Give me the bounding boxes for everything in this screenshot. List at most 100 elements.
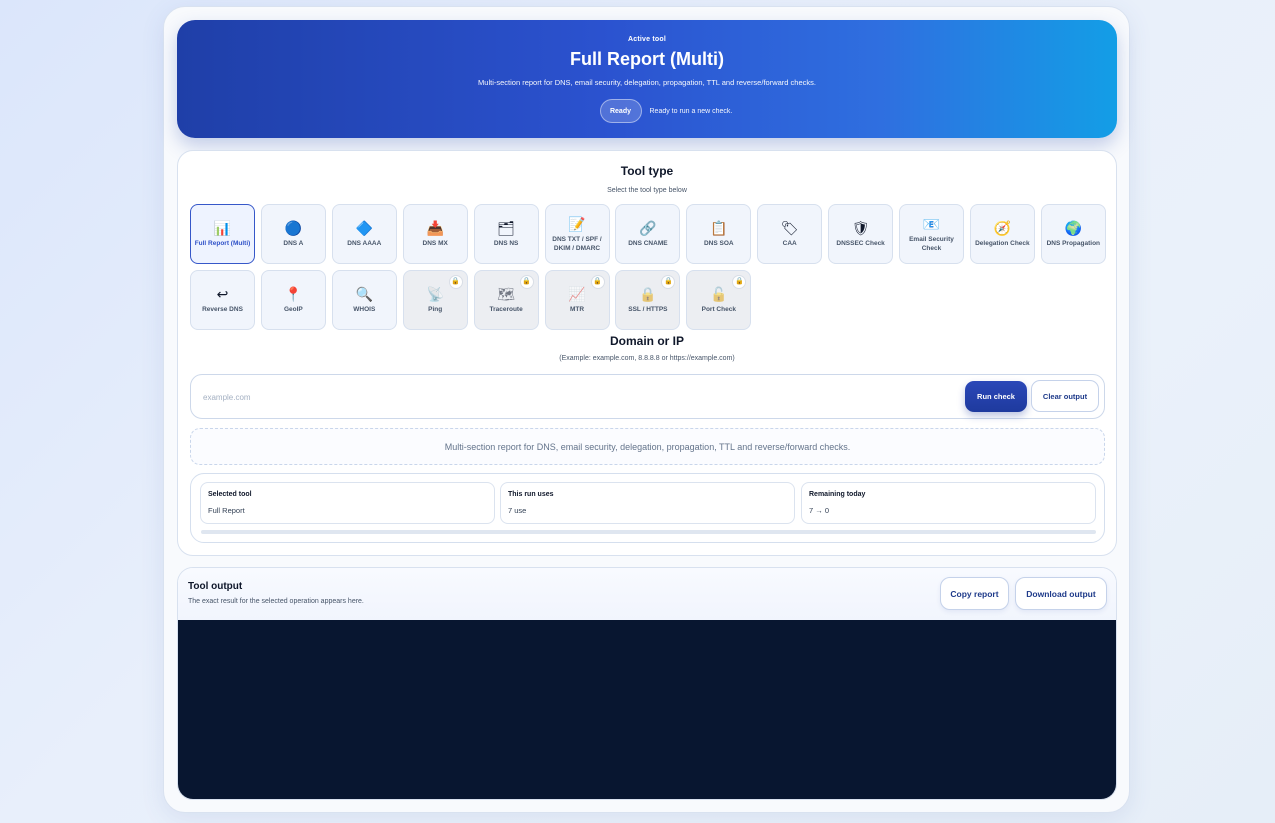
full-report-multi-icon: 📊 xyxy=(213,220,232,236)
remaining-value: 7 → 0 xyxy=(809,506,830,515)
tool-tile-dns-ns[interactable]: 🗂 DNS NS xyxy=(473,204,539,264)
output-terminal[interactable] xyxy=(178,620,1116,799)
remaining-box: Remaining today 7 → 0 xyxy=(801,482,1096,524)
ping-icon: 📡 xyxy=(426,286,444,302)
tool-tile-label: WHOIS xyxy=(353,306,376,313)
tool-tile-dnssec-check[interactable]: 🛡 DNSSEC Check xyxy=(828,204,894,264)
lock-icon: 🔒 xyxy=(590,275,605,289)
status-text: Ready to run a new check. xyxy=(649,107,733,115)
tool-tile-mtr[interactable]: 📈 MTR 🔒 xyxy=(544,270,610,330)
dns-ns-icon: 🗂 xyxy=(497,220,515,236)
dnssec-check-icon: 🛡 xyxy=(851,220,870,236)
active-tool-kicker: Active tool xyxy=(628,36,666,43)
tool-tile-dns-aaaa[interactable]: 🔷 DNS AAAA xyxy=(331,204,397,264)
tool-tile-email-security-check[interactable]: 📧 Email Security Check xyxy=(899,204,964,264)
tool-tile-label: DNS TXT / SPF / DKIM / DMARC xyxy=(552,235,602,252)
tool-tile-dns-soa[interactable]: 📋 DNS SOA xyxy=(686,204,752,264)
tool-tile-label: DNS CNAME xyxy=(628,240,668,247)
tool-tile-label: Reverse DNS xyxy=(202,306,243,313)
tool-tile-label: Email Security Check xyxy=(909,235,954,252)
active-tool-banner: Active tool Full Report (Multi) Multi-se… xyxy=(177,20,1117,138)
run-uses-label: This run uses xyxy=(508,491,554,498)
port-check-icon: 🔓 xyxy=(710,286,728,302)
email-security-check-icon: 📧 xyxy=(922,215,941,232)
run-check-button[interactable]: Run check xyxy=(965,381,1027,412)
tool-tile-label: SSL / HTTPS xyxy=(628,306,668,313)
tool-tile-traceroute[interactable]: 🗺 Traceroute 🔒 xyxy=(473,270,539,330)
dns-cname-icon: 🔗 xyxy=(639,220,657,236)
dns-soa-icon: 📋 xyxy=(710,220,728,236)
tool-tile-label: DNS A xyxy=(283,240,304,247)
geoip-icon: 📍 xyxy=(284,286,303,302)
active-tool-description: Multi-section report for DNS, email secu… xyxy=(478,78,816,87)
output-subtitle: The exact result for the selected operat… xyxy=(188,598,364,605)
lock-icon: 🔒 xyxy=(448,275,463,289)
dns-txt-spf-dkim-dmarc-icon: 📝 xyxy=(568,215,586,232)
whois-icon: 🔍 xyxy=(355,286,374,302)
remaining-label: Remaining today xyxy=(809,491,866,498)
copy-report-button[interactable]: Copy report xyxy=(940,577,1009,610)
tool-tile-label: DNS MX xyxy=(422,240,448,247)
tool-tile-dns-mx[interactable]: 📥 DNS MX xyxy=(402,204,468,264)
lock-icon: 🔒 xyxy=(519,275,534,289)
ssl-https-icon: 🔒 xyxy=(639,286,657,302)
tool-tile-label: DNS SOA xyxy=(703,240,734,247)
tool-tile-caa[interactable]: 🏷 CAA xyxy=(757,204,823,264)
tool-tile-dns-a[interactable]: 🔵 DNS A xyxy=(260,204,326,264)
tool-tile-label: Port Check xyxy=(701,306,736,313)
tool-tile-delegation-check[interactable]: 🧭 Delegation Check xyxy=(969,204,1035,264)
tool-tile-label: DNS AAAA xyxy=(347,240,382,247)
app-shell: Active tool Full Report (Multi) Multi-se… xyxy=(163,6,1130,813)
dns-mx-icon: 📥 xyxy=(426,220,444,236)
tool-tile-ping[interactable]: 📡 Ping 🔒 xyxy=(402,270,468,330)
run-uses-value: 7 use xyxy=(508,506,527,515)
run-uses-box: This run uses 7 use xyxy=(500,482,795,524)
reverse-dns-icon: ↩ xyxy=(216,286,229,302)
tool-tile-label: Traceroute xyxy=(489,306,523,313)
delegation-check-icon: 🧭 xyxy=(993,220,1012,236)
output-header: Tool output The exact result for the sel… xyxy=(178,568,1116,620)
usage-progress-bar xyxy=(201,530,1096,534)
domain-input[interactable] xyxy=(203,387,943,407)
usage-summary: Selected tool Full Report This run uses … xyxy=(190,473,1105,543)
tool-type-subtitle: Select the tool type below xyxy=(607,187,687,194)
selected-tool-value: Full Report xyxy=(208,506,245,515)
traceroute-icon: 🗺 xyxy=(497,286,515,302)
tool-tile-port-check[interactable]: 🔓 Port Check 🔒 xyxy=(686,270,752,330)
domain-subtitle: (Example: example.com, 8.8.8.8 or https:… xyxy=(559,355,735,362)
tool-tile-label: CAA xyxy=(782,240,797,247)
tool-tile-reverse-dns[interactable]: ↩ Reverse DNS xyxy=(190,270,255,330)
tool-tile-dns-propagation[interactable]: 🌍 DNS Propagation xyxy=(1040,204,1106,264)
status-badge: Ready xyxy=(599,99,642,123)
tool-tile-geoip[interactable]: 📍 GeoIP xyxy=(260,270,326,330)
tool-tile-label: DNS NS xyxy=(493,240,519,247)
tool-tile-label: Ping xyxy=(428,306,443,313)
tool-tile-dns-cname[interactable]: 🔗 DNS CNAME xyxy=(615,204,681,264)
dns-aaaa-icon: 🔷 xyxy=(355,220,374,236)
tool-type-heading: Tool type xyxy=(620,164,674,178)
tool-form-card: Tool type Select the tool type below 📊 Fu… xyxy=(177,150,1117,556)
caa-icon: 🏷 xyxy=(780,220,799,236)
tool-description-box: Multi-section report for DNS, email secu… xyxy=(190,428,1105,465)
download-output-button[interactable]: Download output xyxy=(1015,577,1107,610)
selected-tool-label: Selected tool xyxy=(208,491,252,498)
dns-a-icon: 🔵 xyxy=(284,220,303,236)
selected-tool-box: Selected tool Full Report xyxy=(200,482,495,524)
tool-tile-label: MTR xyxy=(569,306,585,313)
tool-tile-label: Delegation Check xyxy=(975,240,1030,247)
lock-icon: 🔒 xyxy=(732,275,747,289)
tool-output-card: Tool output The exact result for the sel… xyxy=(177,567,1117,800)
tool-tile-dns-txt-spf-dkim-dmarc[interactable]: 📝 DNS TXT / SPF / DKIM / DMARC xyxy=(544,204,610,264)
clear-output-button[interactable]: Clear output xyxy=(1031,380,1099,412)
output-title: Tool output xyxy=(188,581,243,592)
domain-input-group: Run check Clear output xyxy=(190,374,1105,419)
tool-tile-label: DNSSEC Check xyxy=(836,240,885,247)
tool-tile-label: Full Report (Multi) xyxy=(194,240,251,247)
tool-tile-full-report-multi[interactable]: 📊 Full Report (Multi) xyxy=(190,204,255,264)
dns-propagation-icon: 🌍 xyxy=(1064,220,1083,236)
tool-tile-ssl-https[interactable]: 🔒 SSL / HTTPS 🔒 xyxy=(615,270,681,330)
status-row: Ready Ready to run a new check. xyxy=(177,99,1117,123)
active-tool-title: Full Report (Multi) xyxy=(570,49,724,69)
tool-tile-whois[interactable]: 🔍 WHOIS xyxy=(331,270,397,330)
lock-icon: 🔒 xyxy=(661,275,676,289)
